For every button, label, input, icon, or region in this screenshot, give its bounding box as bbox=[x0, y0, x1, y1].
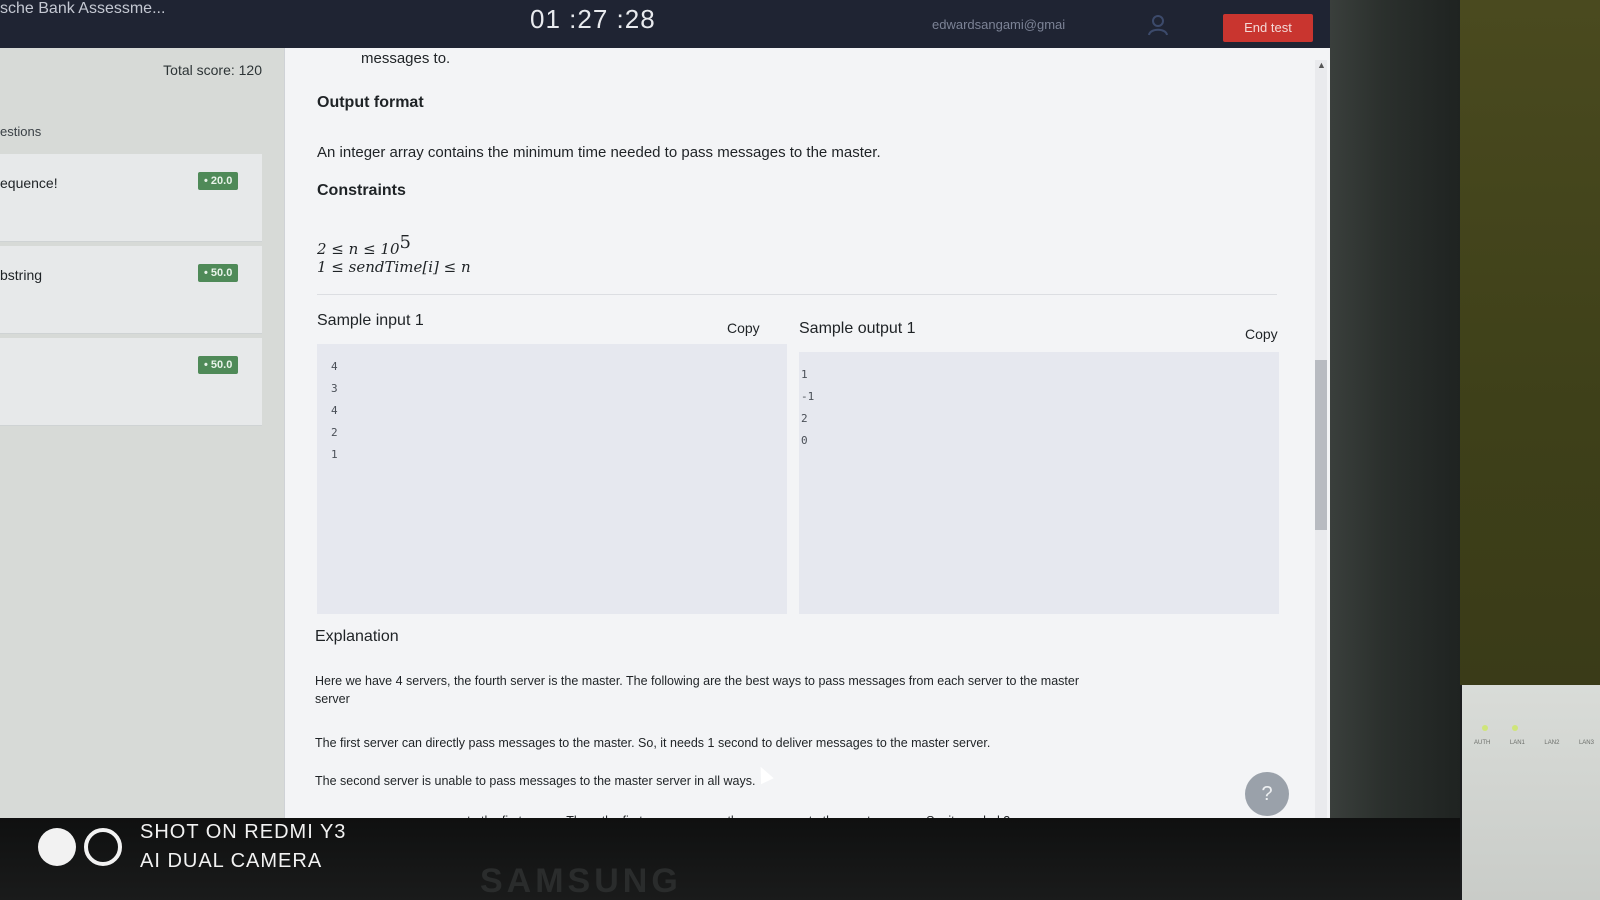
explanation-line: The first server can directly pass messa… bbox=[315, 736, 991, 750]
sample-input-box: 4 3 4 2 1 bbox=[317, 344, 787, 614]
monitor-bezel bbox=[1330, 0, 1460, 900]
output-format-heading: Output format bbox=[317, 94, 424, 111]
countdown-timer: 01 :27 :28 bbox=[530, 4, 656, 34]
copy-input-button[interactable]: Copy bbox=[727, 320, 760, 336]
router-device: AUTH LAN1 LAN2 LAN3 bbox=[1462, 685, 1600, 900]
port-label: AUTH bbox=[1474, 740, 1491, 746]
question-name: bstring bbox=[0, 267, 43, 283]
watermark-ring-icon bbox=[84, 828, 122, 866]
watermark-line-2: AI DUAL CAMERA bbox=[140, 850, 323, 872]
explanation-line: server bbox=[315, 692, 350, 706]
question-score-badge: • 50.0 bbox=[198, 264, 239, 282]
question-item[interactable]: bstring • 50.0 bbox=[0, 246, 262, 334]
router-led bbox=[1482, 725, 1488, 731]
camera-watermark: SHOT ON REDMI Y3 AI DUAL CAMERA bbox=[38, 818, 346, 876]
question-item[interactable]: equence! • 20.0 bbox=[0, 154, 262, 242]
scrollbar-thumb[interactable] bbox=[1315, 360, 1327, 530]
question-score-badge: • 20.0 bbox=[198, 172, 239, 190]
question-score-badge: • 50.0 bbox=[198, 356, 239, 374]
watermark-dot-icon bbox=[38, 828, 76, 866]
monitor-brand-logo: SAMSUNG bbox=[480, 862, 682, 900]
scroll-up-arrow-icon[interactable]: ▲ bbox=[1317, 60, 1326, 70]
browser-screen: sche Bank Assessme... 01 :27 :28 edwards… bbox=[0, 0, 1390, 832]
explanation-heading: Explanation bbox=[315, 628, 399, 645]
questions-section-label: estions bbox=[0, 124, 42, 139]
explanation-line: Here we have 4 servers, the fourth serve… bbox=[315, 674, 1080, 688]
constraint-sendtime: 1 ≤ sendTime[i] ≤ n bbox=[317, 258, 471, 276]
port-label: LAN1 bbox=[1509, 740, 1525, 746]
port-label: LAN2 bbox=[1544, 740, 1560, 746]
user-email: edwardsangami@gmai bbox=[932, 17, 1066, 32]
output-format-text: An integer array contains the minimum ti… bbox=[317, 144, 881, 161]
constraint-n-base: 2 ≤ n ≤ 10 bbox=[317, 240, 400, 258]
sample-output-heading: Sample output 1 bbox=[799, 320, 916, 337]
sample-output-box: 1 -1 2 0 bbox=[799, 352, 1279, 614]
sample-input-line: 3 bbox=[331, 382, 338, 395]
background-wall bbox=[1460, 0, 1600, 685]
intro-text-tail: messages to. bbox=[361, 50, 451, 67]
sample-output-line: -1 bbox=[801, 390, 815, 403]
port-label: LAN3 bbox=[1578, 740, 1594, 746]
watermark-text: SHOT ON REDMI Y3 AI DUAL CAMERA bbox=[140, 818, 346, 876]
explanation-line: The second server is unable to pass mess… bbox=[315, 774, 756, 788]
router-led bbox=[1512, 725, 1518, 731]
copy-output-button[interactable]: Copy bbox=[1245, 326, 1278, 342]
question-item[interactable]: • 50.0 bbox=[0, 338, 262, 426]
sample-input-line: 1 bbox=[331, 448, 338, 461]
router-port-labels: AUTH LAN1 LAN2 LAN3 bbox=[1474, 740, 1594, 746]
help-icon: ? bbox=[1261, 783, 1273, 805]
sample-input-line: 4 bbox=[331, 404, 338, 417]
constraint-n-exponent: 5 bbox=[399, 232, 411, 253]
sample-input-line: 2 bbox=[331, 426, 338, 439]
sample-output-line: 2 bbox=[801, 412, 808, 425]
app-title: sche Bank Assessme... bbox=[0, 0, 166, 17]
content-scrollbar[interactable]: ▲ ▼ bbox=[1315, 60, 1327, 828]
divider bbox=[317, 294, 1277, 295]
watermark-line-1: SHOT ON REDMI Y3 bbox=[140, 821, 347, 843]
sample-input-heading: Sample input 1 bbox=[317, 312, 424, 329]
help-button[interactable]: ? bbox=[1245, 772, 1289, 816]
constraints-heading: Constraints bbox=[317, 182, 406, 199]
mouse-cursor-icon bbox=[754, 763, 774, 785]
end-test-button[interactable]: End test bbox=[1223, 14, 1313, 42]
sample-output-line: 0 bbox=[801, 434, 808, 447]
sample-input-line: 4 bbox=[331, 360, 338, 373]
question-name: equence! bbox=[0, 175, 58, 191]
user-icon[interactable] bbox=[1148, 14, 1168, 36]
question-sidebar: Total score: 120 estions equence! • 20.0… bbox=[0, 48, 284, 832]
total-score: Total score: 120 bbox=[163, 62, 262, 78]
sample-output-line: 1 bbox=[801, 368, 808, 381]
top-bar: sche Bank Assessme... 01 :27 :28 edwards… bbox=[0, 0, 1390, 48]
problem-panel: messages to. Output format An integer ar… bbox=[284, 48, 1330, 832]
constraint-n: 2 ≤ n ≤ 105 bbox=[317, 232, 411, 258]
